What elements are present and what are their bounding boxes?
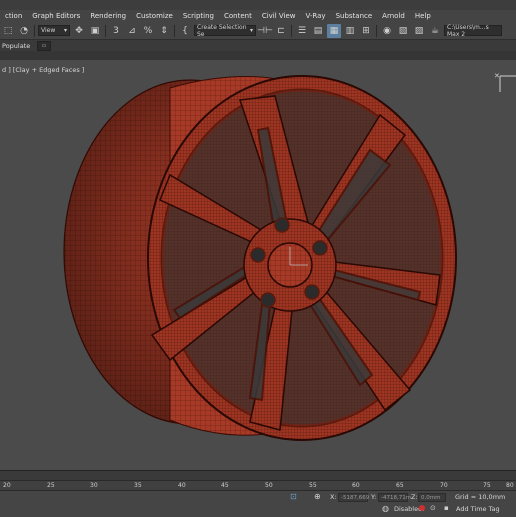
project-path-value: C:\Users\m...s Max 2 — [447, 23, 489, 38]
record-indicator-icon[interactable] — [419, 505, 425, 511]
timeline-tick: 45 — [221, 482, 229, 489]
title-strip — [0, 0, 516, 10]
adaptive-degradation-icon[interactable]: ◍ — [382, 504, 389, 513]
y-coord-label: Y: — [371, 493, 377, 501]
menu-item-scripting[interactable]: Scripting — [178, 12, 219, 20]
grid-size-readout: Grid = 10,0mm — [455, 493, 506, 501]
named-selection-set-value: Create Selection Se — [197, 23, 247, 38]
toggle-ribbon-icon[interactable]: ▤ — [311, 24, 325, 38]
y-coord-field[interactable]: -4718,71m — [378, 493, 411, 502]
menu-item-animation[interactable]: ction — [0, 12, 27, 20]
curve-editor-icon[interactable]: ▥ — [343, 24, 357, 38]
menu-item-civil-view[interactable]: Civil View — [257, 12, 301, 20]
timeline-tick: 55 — [309, 482, 317, 489]
toolbar-divider — [376, 24, 377, 37]
main-toolbar: ⬚ ◔ View ▾ ✥ ▣ 3 ⊿ % ⇕ { Create Selectio… — [0, 22, 516, 40]
settings-icon[interactable]: ⊙ — [430, 504, 436, 512]
z-coord-field[interactable]: 0,0mm — [418, 493, 446, 502]
timeline-tick: 25 — [47, 482, 55, 489]
ribbon-spacer — [0, 51, 516, 60]
menu-item-content[interactable]: Content — [219, 12, 257, 20]
wheel-render: ✕ — [63, 72, 516, 441]
timeline-tick: 30 — [90, 482, 98, 489]
timeline-tick: 60 — [352, 482, 360, 489]
edit-named-selection-icon[interactable]: { — [178, 24, 192, 38]
populate-tab[interactable]: Populate — [0, 42, 34, 50]
menu-item-graph-editors[interactable]: Graph Editors — [27, 12, 85, 20]
toolbar-divider — [291, 24, 292, 37]
ribbon-options-button[interactable]: ▭ — [37, 40, 51, 51]
toolbar-divider — [105, 24, 106, 37]
scene-explorer-icon[interactable]: ▦ — [327, 23, 341, 38]
timeline-tick: 70 — [440, 482, 448, 489]
render-setup-icon[interactable]: ▧ — [396, 24, 410, 38]
menu-item-help[interactable]: Help — [410, 12, 436, 20]
select-and-move-icon[interactable]: ✥ — [72, 24, 86, 38]
layer-explorer-icon[interactable]: ☰ — [295, 24, 309, 38]
time-tag-icon[interactable]: ▪ — [444, 504, 449, 512]
timeline-tick: 65 — [396, 482, 404, 489]
absolute-mode-icon[interactable]: ⊕ — [314, 492, 321, 501]
render-production-icon[interactable]: ☕ — [428, 24, 442, 38]
perspective-viewport[interactable]: ✕ — [0, 60, 516, 470]
reference-coordinate-value: View — [41, 27, 56, 34]
select-and-rotate-icon[interactable]: ▣ — [88, 24, 102, 38]
viewcube-axis-icon: ✕ — [494, 72, 500, 80]
percent-snap-icon[interactable]: % — [141, 24, 155, 38]
menu-item-substance[interactable]: Substance — [331, 12, 378, 20]
mirror-icon[interactable]: ⊣⊢ — [257, 24, 273, 38]
menu-item-arnold[interactable]: Arnold — [377, 12, 410, 20]
timeline-tick: 50 — [265, 482, 273, 489]
add-time-tag-button[interactable]: Add Time Tag — [456, 505, 500, 513]
z-coord-label: Z: — [411, 493, 418, 501]
toolbar-divider — [174, 24, 175, 37]
material-editor-icon[interactable]: ◉ — [380, 24, 394, 38]
select-region-icon[interactable]: ⬚ — [1, 24, 15, 38]
timeline-tick: 35 — [134, 482, 142, 489]
selection-lock-icon[interactable]: ⊡ — [290, 492, 297, 501]
timeline-tick: 20 — [3, 482, 11, 489]
timeline-tick: 80 — [506, 482, 514, 489]
status-bar: ⊡ ⊕ X: -5187,669 Y: -4718,71m Z: 0,0mm G… — [0, 490, 516, 517]
named-selection-set-dropdown[interactable]: Create Selection Se ▾ — [194, 23, 256, 38]
angle-snap-icon[interactable]: ⊿ — [125, 24, 139, 38]
align-icon[interactable]: ⊏ — [274, 24, 288, 38]
toolbar-divider — [34, 24, 35, 37]
viewport-label[interactable]: d ] [Clay + Edged Faces ] — [2, 66, 84, 74]
reference-coordinate-dropdown[interactable]: View ▾ — [38, 25, 70, 36]
menu-item-vray[interactable]: V-Ray — [301, 12, 331, 20]
timeline-tick: 40 — [178, 482, 186, 489]
x-coord-label: X: — [330, 493, 337, 501]
spinner-snap-icon[interactable]: ⇕ — [157, 24, 171, 38]
snaps-toggle-icon[interactable]: 3 — [109, 24, 123, 38]
chevron-down-icon: ▾ — [63, 27, 67, 34]
project-path-field[interactable]: C:\Users\m...s Max 2 — [444, 23, 502, 38]
menu-item-customize[interactable]: Customize — [131, 12, 178, 20]
schematic-view-icon[interactable]: ⊞ — [359, 24, 373, 38]
chevron-down-icon: ▾ — [249, 27, 253, 34]
select-object-icon[interactable]: ◔ — [17, 24, 31, 38]
timeline-tick: 75 — [483, 482, 491, 489]
x-coord-field[interactable]: -5187,669 — [338, 493, 369, 502]
rendered-frame-window-icon[interactable]: ▨ — [412, 24, 426, 38]
menu-item-rendering[interactable]: Rendering — [85, 12, 131, 20]
